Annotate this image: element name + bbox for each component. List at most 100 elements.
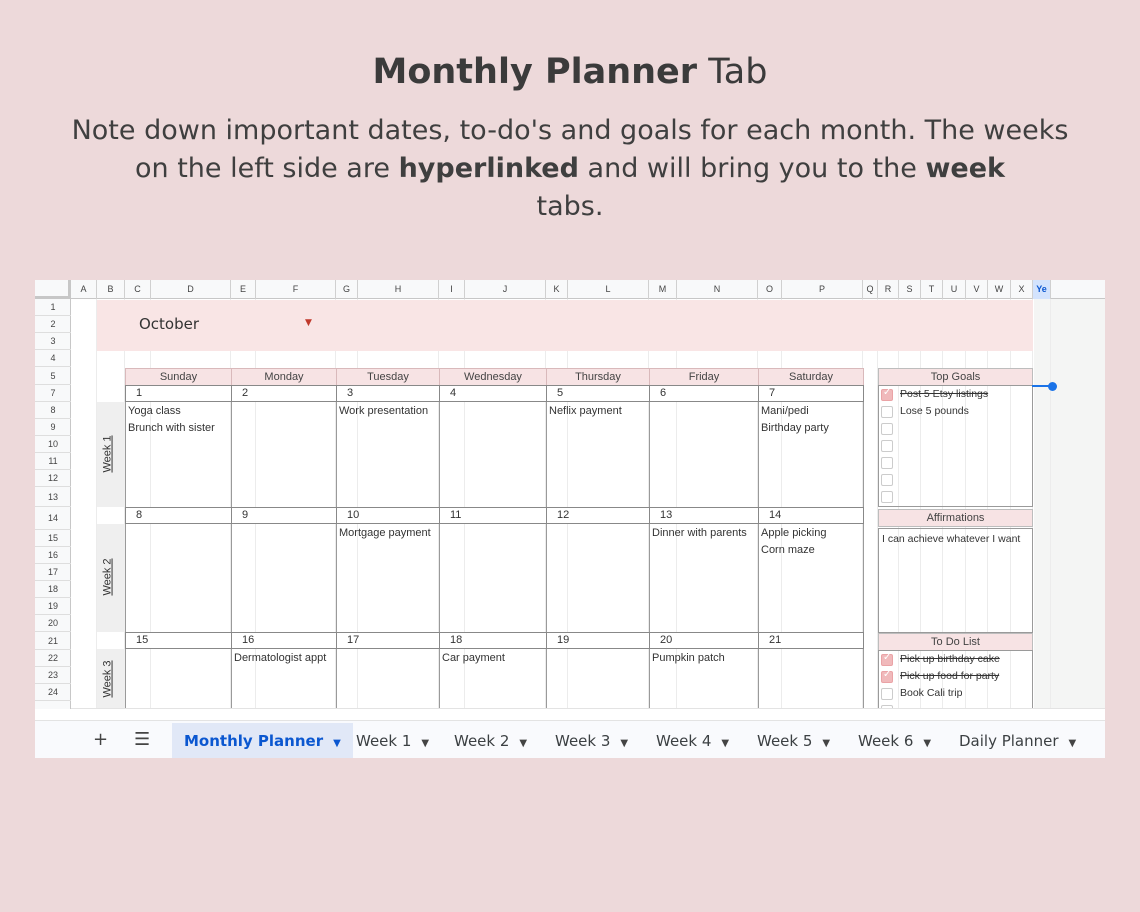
row-header-22[interactable]: 22	[35, 650, 71, 667]
goal-checkbox[interactable]	[881, 474, 893, 486]
caret-down-icon[interactable]: ▼	[305, 318, 312, 328]
tab-week-6[interactable]: Week 6 ▼	[846, 723, 943, 758]
month-dropdown[interactable]: October	[139, 315, 199, 333]
row-header-13[interactable]: 13	[35, 487, 71, 507]
tab-daily-planner[interactable]: Daily Planner ▼	[947, 723, 1088, 758]
todo-text[interactable]: Pick up birthday cake	[900, 653, 1000, 665]
date-cell[interactable]: 7	[758, 385, 864, 402]
tab-week-1[interactable]: Week 1 ▼	[344, 723, 441, 758]
column-header-s[interactable]: S	[899, 280, 921, 299]
column-header-i[interactable]: I	[439, 280, 465, 299]
week-label[interactable]: Week 1	[102, 435, 114, 472]
goal-checkbox[interactable]	[881, 406, 893, 418]
caret-down-icon[interactable]: ▼	[519, 738, 527, 749]
goal-checkbox[interactable]	[881, 491, 893, 503]
week-label[interactable]: Week 2	[102, 558, 114, 595]
affirmation-text[interactable]: I can achieve whatever I want	[882, 533, 1020, 545]
caret-down-icon[interactable]: ▼	[822, 738, 830, 749]
event-text[interactable]: Pumpkin patch	[652, 652, 725, 664]
column-header-x[interactable]: X	[1011, 280, 1033, 299]
column-header-k[interactable]: K	[546, 280, 568, 299]
row-header-16[interactable]: 16	[35, 547, 71, 564]
caret-down-icon[interactable]: ▼	[1069, 738, 1077, 749]
column-header-t[interactable]: T	[921, 280, 943, 299]
caret-down-icon[interactable]: ▼	[333, 738, 341, 749]
date-cell[interactable]: 2	[231, 385, 337, 402]
tab-week-2[interactable]: Week 2 ▼	[442, 723, 539, 758]
date-cell[interactable]: 1	[125, 385, 232, 402]
date-cell[interactable]: 12	[546, 507, 650, 524]
column-header-f[interactable]: F	[256, 280, 336, 299]
row-header-20[interactable]: 20	[35, 615, 71, 632]
date-cell[interactable]: 16	[231, 632, 337, 649]
row-header-3[interactable]: 3	[35, 333, 71, 350]
column-header-n[interactable]: N	[677, 280, 758, 299]
column-header-ye[interactable]: Ye	[1033, 280, 1051, 299]
goal-checkbox[interactable]	[881, 440, 893, 452]
row-header-8[interactable]: 8	[35, 402, 71, 419]
date-cell[interactable]: 15	[125, 632, 232, 649]
row-header-17[interactable]: 17	[35, 564, 71, 581]
goal-text[interactable]: Post 5 Etsy listings	[900, 388, 988, 400]
date-cell[interactable]: 10	[336, 507, 440, 524]
goal-checkbox[interactable]	[881, 387, 893, 401]
row-header-18[interactable]: 18	[35, 581, 71, 598]
goal-checkbox[interactable]	[881, 457, 893, 469]
selection-handle-dot[interactable]	[1048, 382, 1057, 391]
goal-checkbox[interactable]	[881, 423, 893, 435]
row-header-12[interactable]: 12	[35, 470, 71, 487]
row-header-4[interactable]: 4	[35, 350, 71, 367]
date-cell[interactable]: 6	[649, 385, 759, 402]
menu-icon[interactable]: ☰	[134, 729, 150, 750]
goal-text[interactable]: Lose 5 pounds	[900, 405, 969, 417]
date-cell[interactable]: 17	[336, 632, 440, 649]
column-header-l[interactable]: L	[568, 280, 649, 299]
column-header-o[interactable]: O	[758, 280, 782, 299]
column-header-q[interactable]: Q	[863, 280, 878, 299]
week-label[interactable]: Week 3	[102, 660, 114, 697]
column-header-d[interactable]: D	[151, 280, 231, 299]
row-header-14[interactable]: 14	[35, 507, 71, 530]
column-header-e[interactable]: E	[231, 280, 256, 299]
column-header-h[interactable]: H	[358, 280, 439, 299]
date-cell[interactable]: 20	[649, 632, 759, 649]
tab-monthly-planner[interactable]: Monthly Planner ▼	[172, 723, 353, 758]
caret-down-icon[interactable]: ▼	[923, 738, 931, 749]
todo-text[interactable]: Book Cali trip	[900, 687, 962, 699]
horizontal-scrollbar[interactable]	[71, 708, 1105, 720]
event-text[interactable]: Mortgage payment	[339, 527, 431, 539]
row-header-9[interactable]: 9	[35, 419, 71, 436]
row-header-7[interactable]: 7	[35, 385, 71, 402]
select-all-corner[interactable]	[35, 280, 71, 299]
event-text[interactable]: Apple picking	[761, 527, 826, 539]
column-header-c[interactable]: C	[125, 280, 151, 299]
event-text[interactable]: Birthday party	[761, 422, 829, 434]
row-header-23[interactable]: 23	[35, 667, 71, 684]
row-header-15[interactable]: 15	[35, 530, 71, 547]
date-cell[interactable]: 13	[649, 507, 759, 524]
event-text[interactable]: Corn maze	[761, 544, 815, 556]
date-cell[interactable]: 19	[546, 632, 650, 649]
column-header-j[interactable]: J	[465, 280, 546, 299]
event-text[interactable]: Mani/pedi	[761, 405, 809, 417]
plus-icon[interactable]: +	[93, 729, 108, 750]
date-cell[interactable]: 14	[758, 507, 864, 524]
row-header-24[interactable]: 24	[35, 684, 71, 701]
column-header-p[interactable]: P	[782, 280, 863, 299]
row-header-2[interactable]: 2	[35, 316, 71, 333]
date-cell[interactable]: 4	[439, 385, 547, 402]
tab-week-5[interactable]: Week 5 ▼	[745, 723, 842, 758]
column-header-u[interactable]: U	[943, 280, 966, 299]
event-text[interactable]: Dinner with parents	[652, 527, 747, 539]
date-cell[interactable]: 9	[231, 507, 337, 524]
tab-week-4[interactable]: Week 4 ▼	[644, 723, 741, 758]
date-cell[interactable]: 5	[546, 385, 650, 402]
column-header-a[interactable]: A	[71, 280, 97, 299]
row-header-19[interactable]: 19	[35, 598, 71, 615]
caret-down-icon[interactable]: ▼	[620, 738, 628, 749]
event-text[interactable]: Work presentation	[339, 405, 428, 417]
row-header-21[interactable]: 21	[35, 632, 71, 650]
event-text[interactable]: Neflix payment	[549, 405, 622, 417]
todo-text[interactable]: Pick up food for party	[900, 670, 999, 682]
column-header-v[interactable]: V	[966, 280, 988, 299]
